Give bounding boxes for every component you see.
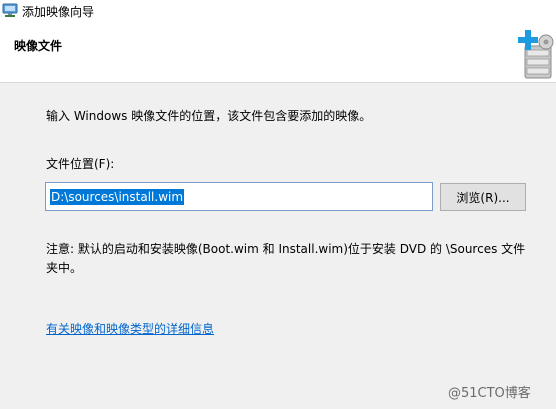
intro-text: 输入 Windows 映像文件的位置，该文件包含要添加的映像。 (46, 109, 372, 123)
file-location-input[interactable]: D:\sources\install.wim (45, 182, 433, 211)
page-header: 映像文件 (0, 24, 556, 83)
wizard-image-icon (2, 3, 18, 17)
browse-button[interactable]: 浏览(R)... (440, 183, 526, 211)
window-title: 添加映像向导 (22, 5, 95, 19)
file-location-value: D:\sources\install.wim (50, 188, 185, 205)
note-text: 注意: 默认的启动和安装映像(Boot.wim 和 Install.wim)位于… (46, 242, 526, 275)
image-info-link[interactable]: 有关映像和映像类型的详细信息 (46, 320, 214, 337)
add-image-icon (518, 30, 554, 79)
file-location-label: 文件位置(F): (46, 157, 115, 171)
watermark: @51CTO博客 (448, 386, 531, 401)
page-title: 映像文件 (14, 39, 63, 53)
wizard-window: 添加映像向导 映像文件 输入 Windows 映像文件的位置，该文件包含要添加的… (0, 0, 556, 409)
title-bar: 添加映像向导 (0, 0, 556, 24)
